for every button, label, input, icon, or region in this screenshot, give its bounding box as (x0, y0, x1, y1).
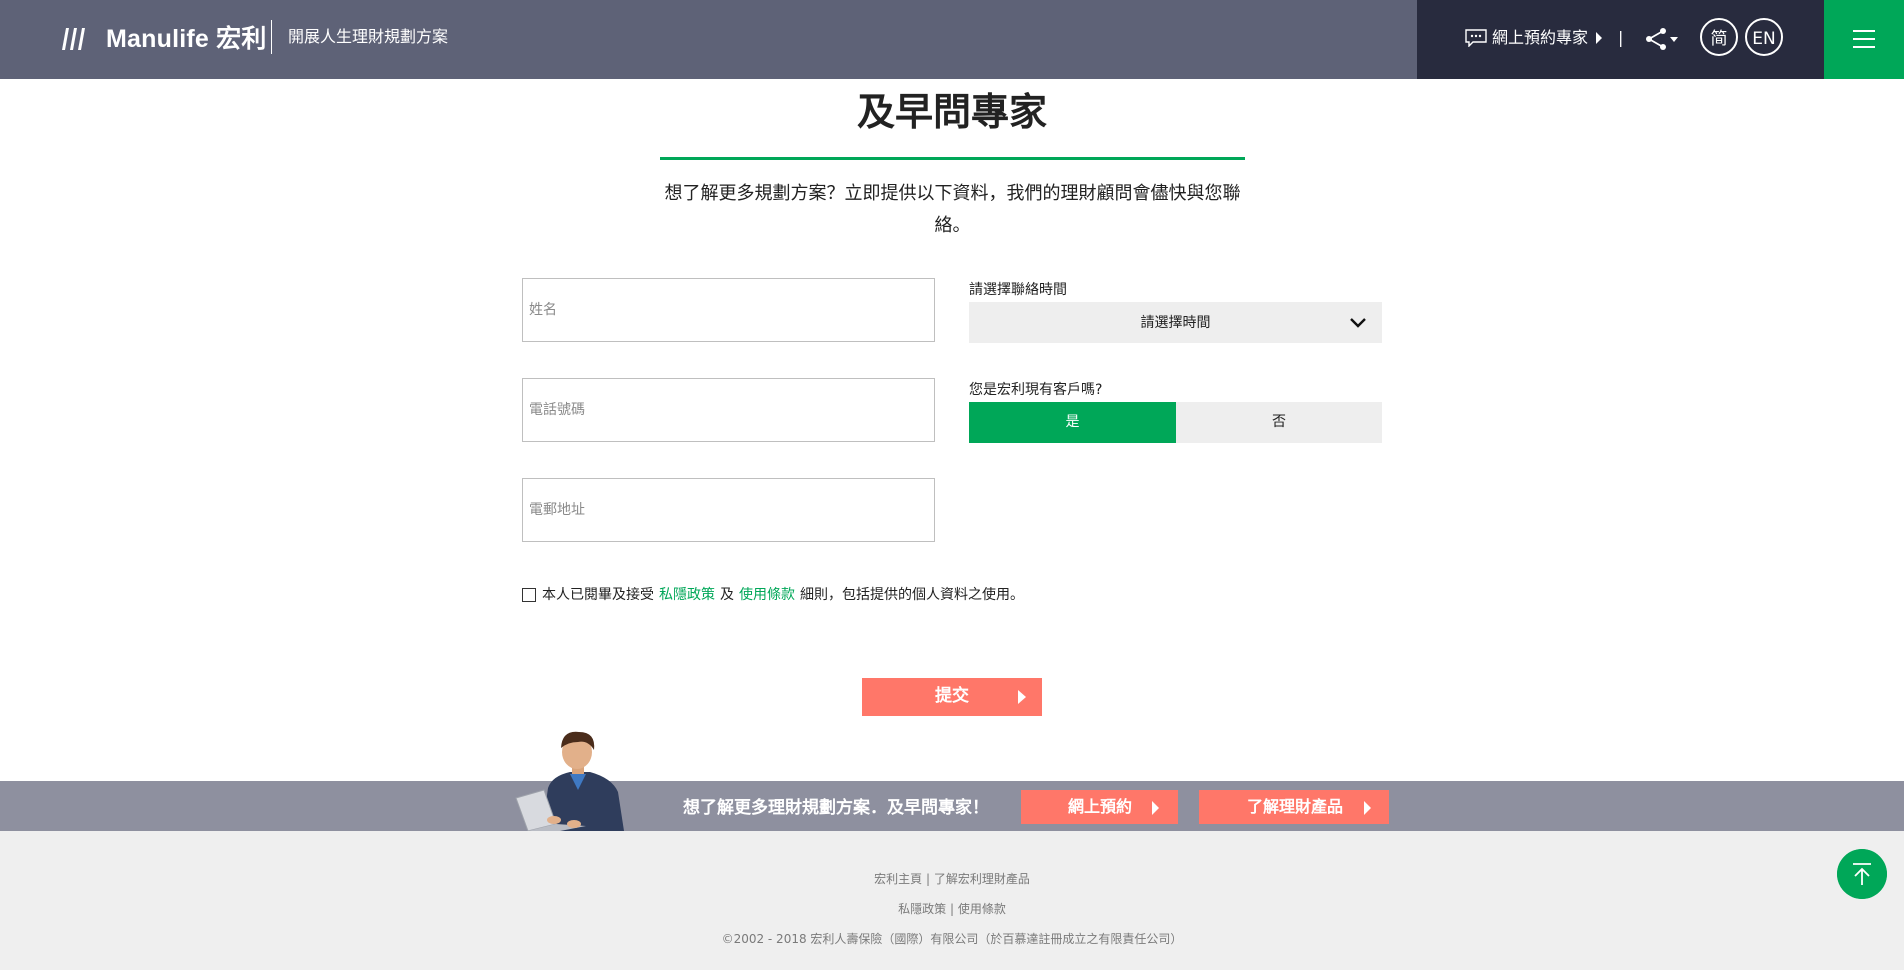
contact-time-select[interactable]: 請選擇時間 (969, 302, 1382, 343)
consent-checkbox[interactable] (522, 588, 536, 602)
submit-button[interactable]: 提交 (862, 678, 1042, 716)
cta-book-online-button[interactable]: 網上預約 (1021, 790, 1178, 824)
footer-copyright: ©2002 - 2018 宏利人壽保險（國際）有限公司（於百慕達註冊成立之有限責… (721, 932, 1183, 946)
footer-separator: | (949, 902, 955, 916)
cta-book-online-label: 網上預約 (1068, 797, 1133, 816)
customer-yes-button[interactable]: 是 (969, 402, 1176, 443)
footer-home-link[interactable]: 宏利主頁 (874, 872, 922, 886)
site-header: Manulife 宏利 開展人生理財規劃方案 網上預約專家 | 简 EN (0, 0, 1904, 79)
share-icon[interactable] (1643, 27, 1679, 51)
consent-row: 本人已閱畢及接受 私隱政策 及 使用條款 細則，包括提供的個人資料之使用。 (522, 585, 1024, 605)
brand-name[interactable]: Manulife 宏利 (106, 22, 267, 56)
customer-no-button[interactable]: 否 (1176, 402, 1382, 443)
header-divider (271, 20, 272, 54)
name-field[interactable] (522, 278, 935, 342)
caret-right-icon (1364, 801, 1371, 815)
footer-privacy-link[interactable]: 私隱政策 (898, 902, 946, 916)
footer-links-primary: 宏利主頁 | 了解宏利理財產品 (0, 871, 1904, 887)
header-tagline: 開展人生理財規劃方案 (288, 27, 449, 46)
existing-customer-label: 您是宏利現有客戶嗎? (969, 382, 1103, 398)
book-expert-label: 網上預約專家 (1492, 28, 1589, 47)
consent-and: 及 (720, 587, 734, 603)
footer-separator: | (925, 872, 931, 886)
page-title: 及早問專家 (856, 90, 1047, 134)
contact-time-value: 請選擇時間 (1140, 315, 1211, 331)
book-expert-link[interactable]: 網上預約專家 (1465, 27, 1603, 49)
phone-field[interactable] (522, 378, 935, 442)
site-footer: 宏利主頁 | 了解宏利理財產品 私隱政策 | 使用條款 ©2002 - 2018… (0, 831, 1904, 970)
contact-time-label: 請選擇聯絡時間 (969, 282, 1067, 298)
terms-of-use-link[interactable]: 使用條款 (739, 585, 795, 605)
footer-links-legal: 私隱政策 | 使用條款 (0, 901, 1904, 917)
title-underline (660, 157, 1245, 160)
intro-text: 想了解更多規劃方案？立即提供以下資料，我們的理財顧問會儘快與您聯絡。 (664, 183, 1241, 236)
advisor-illustration (515, 731, 624, 831)
lang-english-button[interactable]: EN (1745, 18, 1783, 56)
consent-suffix: 細則，包括提供的個人資料之使用。 (800, 587, 1024, 603)
footer-products-link[interactable]: 了解宏利理財產品 (934, 872, 1030, 886)
caret-right-icon (1152, 801, 1159, 815)
hamburger-menu-icon[interactable] (1824, 0, 1904, 79)
chat-bubble-icon (1465, 29, 1487, 47)
lang-simplified-button[interactable]: 简 (1700, 18, 1738, 56)
caret-right-icon (1596, 32, 1603, 44)
header-separator: | (1618, 28, 1624, 47)
cta-products-label: 了解理財產品 (1247, 797, 1344, 816)
cta-headline: 想了解更多理財規劃方案．及早問專家！ (683, 798, 989, 818)
caret-right-icon (1018, 690, 1026, 704)
arrow-up-icon[interactable] (1837, 849, 1887, 899)
cta-products-button[interactable]: 了解理財產品 (1199, 790, 1389, 824)
privacy-policy-link[interactable]: 私隱政策 (659, 585, 715, 605)
lang-simplified-label: 简 (1710, 29, 1728, 49)
manulife-logo-icon[interactable] (60, 26, 86, 52)
email-field[interactable] (522, 478, 935, 542)
submit-label: 提交 (935, 686, 969, 706)
footer-terms-link[interactable]: 使用條款 (958, 902, 1006, 916)
chevron-down-icon (1350, 318, 1366, 328)
consent-prefix: 本人已閱畢及接受 (542, 587, 654, 603)
lang-english-label: EN (1752, 29, 1776, 49)
